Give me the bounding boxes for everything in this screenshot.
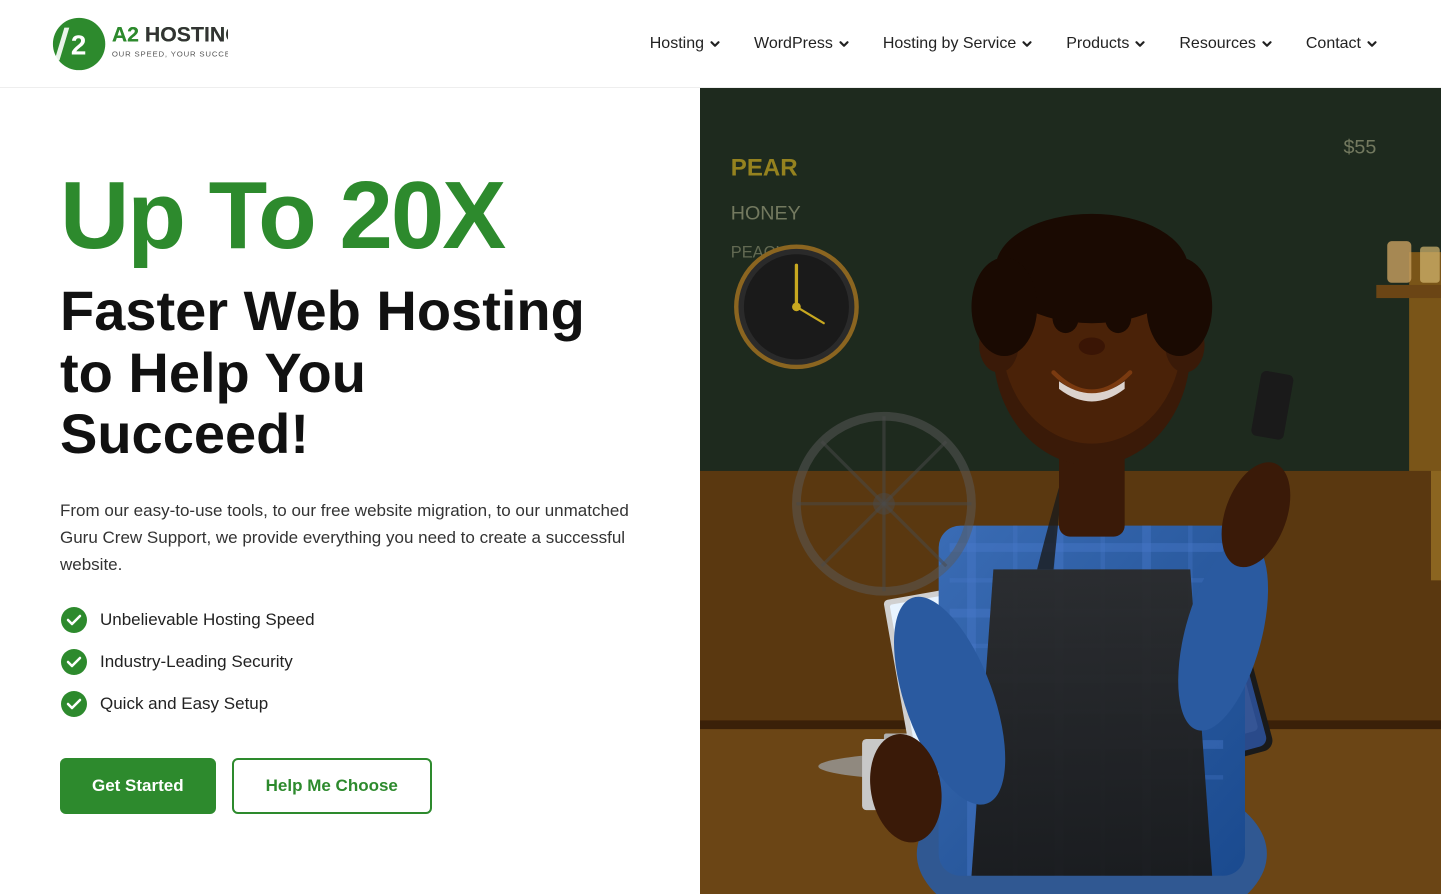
feature-label-security: Industry-Leading Security	[100, 652, 293, 672]
chevron-down-icon	[837, 37, 851, 51]
hero-image: PEAR HONEY PEACH $55	[700, 88, 1441, 894]
nav-links: Hosting WordPress Hosting by Service Pro…	[636, 27, 1393, 61]
hero-heading-green: Up To 20X	[60, 168, 652, 264]
check-circle-icon	[60, 606, 88, 634]
svg-text:HONEY: HONEY	[731, 202, 801, 224]
navbar: 2 A2 HOSTING A2 HOSTING ® OUR SPEED, YOU…	[0, 0, 1441, 88]
nav-item-products[interactable]: Products	[1052, 27, 1161, 61]
nav-item-resources[interactable]: Resources	[1165, 27, 1287, 61]
nav-label-wordpress: WordPress	[754, 35, 833, 53]
svg-text:A2 HOSTING ®: A2 HOSTING ®	[112, 22, 228, 46]
svg-text:PEAR: PEAR	[731, 155, 798, 182]
hero-heading-dark: Faster Web Hostingto Help YouSucceed!	[60, 280, 652, 465]
nav-item-contact[interactable]: Contact	[1292, 27, 1393, 61]
feature-item-setup: Quick and Easy Setup	[60, 690, 652, 718]
hero-content: Up To 20X Faster Web Hostingto Help YouS…	[0, 88, 700, 894]
feature-label-setup: Quick and Easy Setup	[100, 694, 268, 714]
nav-label-hosting: Hosting	[650, 35, 704, 53]
chevron-down-icon	[708, 37, 722, 51]
chevron-down-icon	[1020, 37, 1034, 51]
nav-label-hosting-by-service: Hosting by Service	[883, 35, 1016, 53]
logo[interactable]: 2 A2 HOSTING A2 HOSTING ® OUR SPEED, YOU…	[48, 12, 228, 76]
nav-label-products: Products	[1066, 35, 1129, 53]
chevron-down-icon	[1133, 37, 1147, 51]
nav-item-hosting-by-service[interactable]: Hosting by Service	[869, 27, 1048, 61]
chevron-down-icon	[1260, 37, 1274, 51]
svg-text:$55: $55	[1343, 137, 1376, 159]
feature-label-speed: Unbelievable Hosting Speed	[100, 610, 315, 630]
help-me-choose-button[interactable]: Help Me Choose	[232, 758, 432, 814]
nav-label-resources: Resources	[1179, 35, 1255, 53]
chevron-down-icon	[1365, 37, 1379, 51]
nav-label-contact: Contact	[1306, 35, 1361, 53]
feature-item-security: Industry-Leading Security	[60, 648, 652, 676]
feature-list: Unbelievable Hosting Speed Industry-Lead…	[60, 606, 652, 718]
nav-item-hosting[interactable]: Hosting	[636, 27, 736, 61]
svg-text:2: 2	[71, 29, 86, 60]
hero-section: Up To 20X Faster Web Hostingto Help YouS…	[0, 88, 1441, 894]
hero-description: From our easy-to-use tools, to our free …	[60, 497, 652, 579]
get-started-button[interactable]: Get Started	[60, 758, 216, 814]
check-circle-icon	[60, 648, 88, 676]
feature-item-speed: Unbelievable Hosting Speed	[60, 606, 652, 634]
check-circle-icon	[60, 690, 88, 718]
cta-buttons: Get Started Help Me Choose	[60, 758, 652, 814]
nav-item-wordpress[interactable]: WordPress	[740, 27, 865, 61]
svg-text:OUR SPEED, YOUR SUCCESS: OUR SPEED, YOUR SUCCESS	[112, 49, 228, 58]
